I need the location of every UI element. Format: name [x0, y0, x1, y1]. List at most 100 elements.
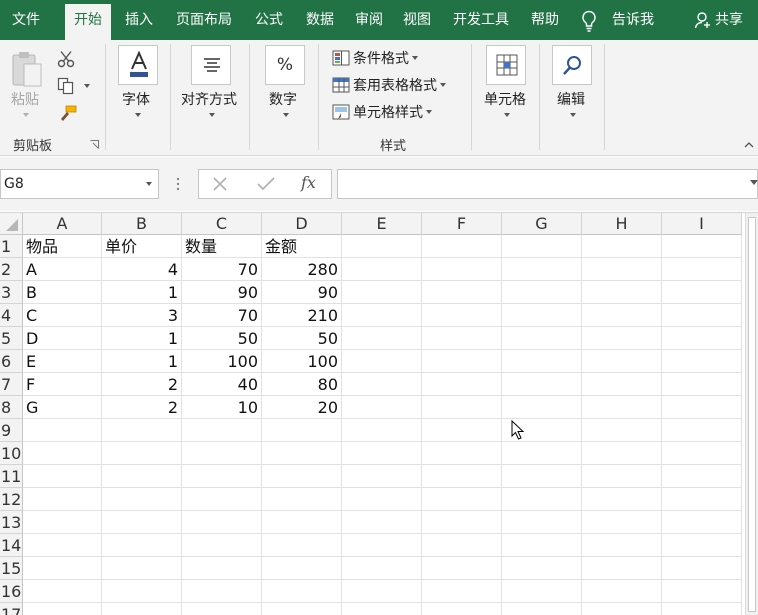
scrollbar-thumb[interactable]: [748, 217, 756, 612]
tab-review[interactable]: 审阅: [346, 0, 392, 40]
cell-f1[interactable]: [422, 235, 502, 258]
cell-d13[interactable]: [262, 511, 342, 534]
cell-e4[interactable]: [342, 304, 422, 327]
cell-e9[interactable]: [342, 419, 422, 442]
cell-i4[interactable]: [662, 304, 742, 327]
cell-a2[interactable]: A: [23, 258, 102, 281]
cell-c10[interactable]: [182, 442, 262, 465]
cell-b13[interactable]: [102, 511, 182, 534]
cell-d3[interactable]: 90: [262, 281, 342, 304]
cell-d4[interactable]: 210: [262, 304, 342, 327]
cell-i9[interactable]: [662, 419, 742, 442]
cell-g16[interactable]: [502, 580, 582, 603]
share-button[interactable]: 共享: [715, 0, 743, 40]
cell-f7[interactable]: [422, 373, 502, 396]
cell-b8[interactable]: 2: [102, 396, 182, 419]
cell-c11[interactable]: [182, 465, 262, 488]
cell-c17[interactable]: [182, 603, 262, 615]
cell-a9[interactable]: [23, 419, 102, 442]
cell-b4[interactable]: 3: [102, 304, 182, 327]
row-header-12[interactable]: 12: [0, 488, 23, 511]
cell-a14[interactable]: [23, 534, 102, 557]
cell-g1[interactable]: [502, 235, 582, 258]
paste-dropdown-caret[interactable]: [23, 113, 29, 117]
cell-i10[interactable]: [662, 442, 742, 465]
cell-c8[interactable]: 10: [182, 396, 262, 419]
cell-a16[interactable]: [23, 580, 102, 603]
row-header-9[interactable]: 9: [0, 419, 23, 442]
cell-c13[interactable]: [182, 511, 262, 534]
cell-h1[interactable]: [582, 235, 662, 258]
cell-f12[interactable]: [422, 488, 502, 511]
tab-help[interactable]: 帮助: [522, 0, 568, 40]
cell-d9[interactable]: [262, 419, 342, 442]
cell-d14[interactable]: [262, 534, 342, 557]
cell-g5[interactable]: [502, 327, 582, 350]
tab-formulas[interactable]: 公式: [246, 0, 292, 40]
row-header-8[interactable]: 8: [0, 396, 23, 419]
cell-g7[interactable]: [502, 373, 582, 396]
number-group-button[interactable]: %: [265, 45, 305, 85]
alignment-dropdown-caret[interactable]: [209, 113, 215, 117]
cell-f3[interactable]: [422, 281, 502, 304]
tab-file[interactable]: 文件: [0, 0, 52, 40]
cell-i13[interactable]: [662, 511, 742, 534]
cell-b3[interactable]: 1: [102, 281, 182, 304]
row-header-2[interactable]: 2: [0, 258, 23, 281]
cell-c6[interactable]: 100: [182, 350, 262, 373]
cell-d16[interactable]: [262, 580, 342, 603]
cell-c7[interactable]: 40: [182, 373, 262, 396]
cell-b11[interactable]: [102, 465, 182, 488]
cell-styles-button[interactable]: 单元格样式: [332, 102, 432, 122]
cell-g12[interactable]: [502, 488, 582, 511]
row-header-16[interactable]: 16: [0, 580, 23, 603]
cell-c4[interactable]: 70: [182, 304, 262, 327]
cell-e7[interactable]: [342, 373, 422, 396]
cell-g15[interactable]: [502, 557, 582, 580]
cell-a11[interactable]: [23, 465, 102, 488]
cell-b9[interactable]: [102, 419, 182, 442]
alignment-group-button[interactable]: [191, 45, 231, 85]
enter-check-icon[interactable]: [256, 176, 276, 192]
cell-e16[interactable]: [342, 580, 422, 603]
cell-e13[interactable]: [342, 511, 422, 534]
copy-icon[interactable]: [57, 77, 75, 95]
cell-a7[interactable]: F: [23, 373, 102, 396]
row-header-17[interactable]: 17: [0, 603, 23, 615]
cell-d1[interactable]: 金额: [262, 235, 342, 258]
row-header-6[interactable]: 6: [0, 350, 23, 373]
cell-d10[interactable]: [262, 442, 342, 465]
cell-g10[interactable]: [502, 442, 582, 465]
cell-d17[interactable]: [262, 603, 342, 615]
cell-a3[interactable]: B: [23, 281, 102, 304]
column-header-f[interactable]: F: [422, 213, 502, 235]
cell-i6[interactable]: [662, 350, 742, 373]
cell-b14[interactable]: [102, 534, 182, 557]
cell-g6[interactable]: [502, 350, 582, 373]
cell-h6[interactable]: [582, 350, 662, 373]
cells-group-button[interactable]: [486, 45, 526, 85]
cell-f16[interactable]: [422, 580, 502, 603]
cell-c16[interactable]: [182, 580, 262, 603]
cell-i15[interactable]: [662, 557, 742, 580]
cell-c2[interactable]: 70: [182, 258, 262, 281]
cell-c9[interactable]: [182, 419, 262, 442]
cell-i12[interactable]: [662, 488, 742, 511]
row-header-13[interactable]: 13: [0, 511, 23, 534]
cell-c5[interactable]: 50: [182, 327, 262, 350]
cell-f11[interactable]: [422, 465, 502, 488]
cell-g8[interactable]: [502, 396, 582, 419]
cut-icon[interactable]: [57, 50, 75, 68]
editing-dropdown-caret[interactable]: [570, 113, 576, 117]
cell-g2[interactable]: [502, 258, 582, 281]
cell-f15[interactable]: [422, 557, 502, 580]
row-header-10[interactable]: 10: [0, 442, 23, 465]
formula-input[interactable]: [337, 169, 758, 199]
name-box-dropdown-caret[interactable]: [146, 182, 152, 186]
cell-i3[interactable]: [662, 281, 742, 304]
font-dropdown-caret[interactable]: [135, 113, 141, 117]
cell-b10[interactable]: [102, 442, 182, 465]
cell-g13[interactable]: [502, 511, 582, 534]
cell-e14[interactable]: [342, 534, 422, 557]
tab-developer[interactable]: 开发工具: [444, 0, 518, 40]
